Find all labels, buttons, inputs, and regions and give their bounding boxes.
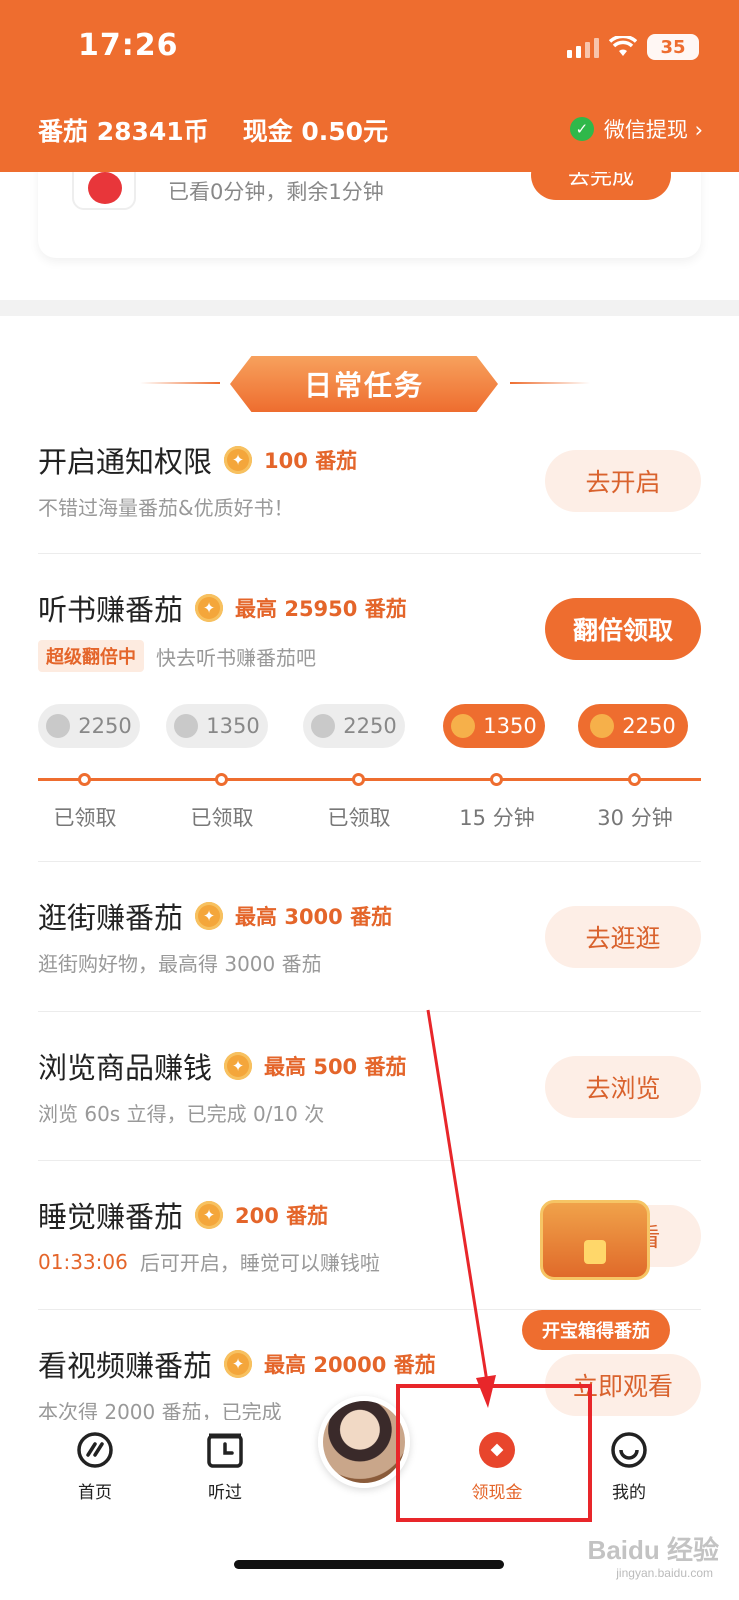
battery-icon: 35 xyxy=(647,34,699,60)
coin-icon: ✦ xyxy=(224,446,253,474)
progress-label: 已领取 xyxy=(53,806,117,830)
divider xyxy=(38,1160,701,1161)
task-browse: 浏览商品赚钱 ✦ 最高 500 番茄 浏览 60s 立得，已完成 0/10 次 … xyxy=(38,1044,701,1134)
task-reward: 最高 500 番茄 xyxy=(264,1055,407,1079)
smiley-icon xyxy=(611,1432,647,1468)
status-badge: 超级翻倍中 xyxy=(38,640,144,672)
watermark-url: jingyan.baidu.com xyxy=(616,1566,713,1580)
enable-button[interactable]: 去开启 xyxy=(545,450,701,512)
progress-reward-pill[interactable]: 2250 xyxy=(578,704,688,748)
divider xyxy=(38,553,701,554)
title-line-left xyxy=(140,382,220,384)
title-line-right xyxy=(510,382,590,384)
progress-label: 已领取 xyxy=(190,806,254,830)
status-icons: 35 xyxy=(567,34,699,60)
listen-progress: 2250 1350 2250 1350 2250 已领取 已领取 已领取 15 … xyxy=(38,704,701,844)
watermark: Baidu 经验 xyxy=(587,1535,719,1565)
progress-amount: 2250 xyxy=(78,714,132,738)
coin-icon xyxy=(590,714,615,738)
progress-reward-pill[interactable]: 1350 xyxy=(443,704,545,748)
cash-balance: 现金 0.50元 xyxy=(242,117,389,146)
task-title: 逛街赚番茄 xyxy=(38,901,184,935)
task-title: 浏览商品赚钱 xyxy=(38,1051,213,1085)
go-browse-button[interactable]: 去浏览 xyxy=(545,1056,701,1118)
task-desc: 浏览 60s 立得，已完成 0/10 次 xyxy=(38,1102,325,1126)
video-task-desc: 已看0分钟，剩余1分钟 xyxy=(168,180,384,204)
wechat-withdraw-link[interactable]: ✓ 微信提现 › xyxy=(569,114,703,144)
divider xyxy=(38,861,701,862)
coin-icon xyxy=(451,714,476,738)
tomato-balance: 番茄 28341币 xyxy=(38,117,209,146)
task-shopping: 逛街赚番茄 ✦ 最高 3000 番茄 逛街购好物，最高得 3000 番茄 去逛逛 xyxy=(38,894,701,984)
nav-mine-label: 我的 xyxy=(612,1483,646,1503)
coin-icon: ✦ xyxy=(224,1052,253,1080)
coin-icon: ✦ xyxy=(195,594,224,622)
coin-icon xyxy=(174,714,199,738)
wechat-withdraw-label: 微信提现 › xyxy=(603,118,703,142)
coin-icon xyxy=(46,714,71,738)
status-time: 17:26 xyxy=(78,28,179,63)
task-desc: 后可开启，睡觉可以赚钱啦 xyxy=(139,1251,380,1275)
progress-dot xyxy=(215,773,228,786)
task-reward: 最高 3000 番茄 xyxy=(235,905,393,929)
header-bar: 17:26 35 番茄 28341币 现金 0.50元 ✓ 微信提现 › xyxy=(0,0,739,172)
divider xyxy=(38,1011,701,1012)
nav-listened-label: 听过 xyxy=(208,1483,242,1503)
annotation-highlight-box xyxy=(396,1384,592,1522)
progress-amount: 1350 xyxy=(483,714,537,738)
go-shopping-button[interactable]: 去逛逛 xyxy=(545,906,701,968)
progress-amount: 1350 xyxy=(206,714,260,738)
progress-amount: 2250 xyxy=(622,714,676,738)
task-desc: 不错过海量番茄&优质好书！ xyxy=(38,496,294,520)
nav-listened[interactable]: 听过 xyxy=(170,1430,280,1503)
coin-icon xyxy=(311,714,336,738)
wifi-icon xyxy=(609,36,637,56)
nav-home[interactable]: 首页 xyxy=(40,1430,150,1503)
check-icon: ✓ xyxy=(569,117,594,141)
task-listen: 听书赚番茄 ✦ 最高 25950 番茄 超级翻倍中 快去听书赚番茄吧 翻倍领取 xyxy=(38,586,701,686)
task-reward: 最高 25950 番茄 xyxy=(235,597,407,621)
task-notification: 开启通知权限 ✦ 100 番茄 不错过海量番茄&优质好书！ 去开启 xyxy=(38,438,701,528)
progress-dot xyxy=(490,773,503,786)
progress-label: 15 分钟 xyxy=(459,806,535,830)
task-reward: 100 番茄 xyxy=(264,449,358,473)
section-header: 日常任务 xyxy=(0,352,739,412)
clock-icon xyxy=(207,1433,243,1468)
home-indicator xyxy=(234,1560,504,1569)
section-divider xyxy=(0,300,739,316)
progress-amount: 2250 xyxy=(343,714,397,738)
task-title: 听书赚番茄 xyxy=(38,593,184,627)
progress-dot xyxy=(628,773,641,786)
task-title: 睡觉赚番茄 xyxy=(38,1200,184,1234)
progress-dot xyxy=(352,773,365,786)
progress-reward-pill: 1350 xyxy=(166,704,268,748)
nav-home-label: 首页 xyxy=(78,1483,112,1503)
progress-track xyxy=(38,778,701,781)
coin-icon: ✦ xyxy=(224,1350,253,1378)
progress-reward-pill: 2250 xyxy=(303,704,405,748)
treasure-chest-button[interactable]: 开宝箱得番茄 xyxy=(522,1310,670,1350)
treasure-chest-icon[interactable] xyxy=(520,1200,670,1280)
task-desc: 逛街购好物，最高得 3000 番茄 xyxy=(38,952,322,976)
progress-reward-pill: 2250 xyxy=(38,704,140,748)
signal-icon xyxy=(567,36,599,58)
progress-label: 30 分钟 xyxy=(597,806,673,830)
task-desc: 快去听书赚番茄吧 xyxy=(156,645,316,670)
double-claim-button[interactable]: 翻倍领取 xyxy=(545,598,701,660)
task-title: 看视频赚番茄 xyxy=(38,1349,213,1383)
countdown-timer: 01:33:06 xyxy=(38,1249,128,1274)
home-icon xyxy=(77,1432,113,1468)
task-title: 开启通知权限 xyxy=(38,445,213,479)
coin-icon: ✦ xyxy=(195,902,224,930)
coin-icon: ✦ xyxy=(195,1201,224,1229)
section-title: 日常任务 xyxy=(230,356,498,412)
balance-row: 番茄 28341币 现金 0.50元 xyxy=(38,112,388,148)
progress-label: 已领取 xyxy=(327,806,391,830)
task-reward: 200 番茄 xyxy=(235,1204,329,1228)
task-reward: 最高 20000 番茄 xyxy=(264,1353,436,1377)
progress-dot xyxy=(78,773,91,786)
